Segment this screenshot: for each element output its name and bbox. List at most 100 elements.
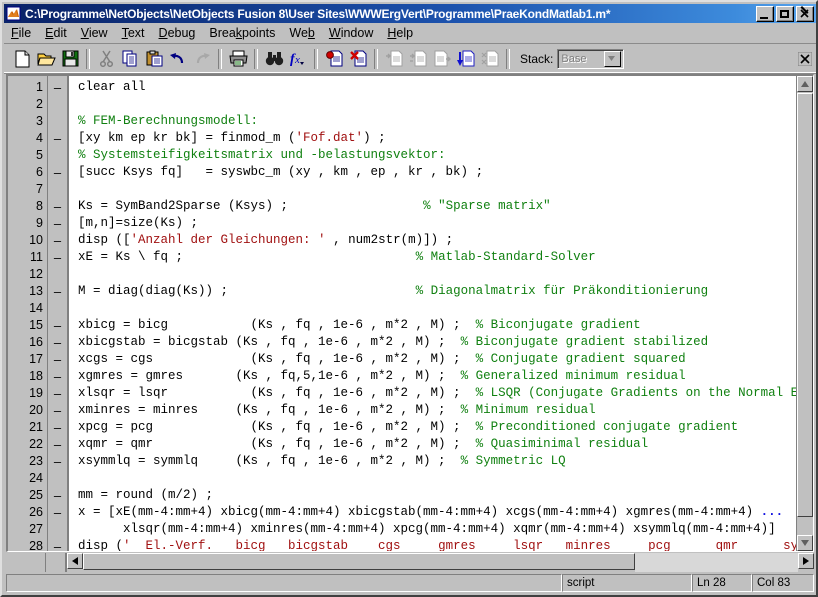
line-mark[interactable]: – — [48, 487, 67, 504]
line-mark[interactable]: – — [48, 402, 67, 419]
menu-text[interactable]: Text — [115, 24, 152, 42]
menu-edit[interactable]: Edit — [38, 24, 74, 42]
menu-help[interactable]: Help — [380, 24, 420, 42]
code-line[interactable]: xminres = minres (Ks , fq , 1e-6 , m*2 ,… — [69, 402, 813, 419]
code-line[interactable] — [69, 470, 813, 487]
line-mark[interactable]: – — [48, 504, 67, 521]
stack-combo[interactable]: Base — [557, 49, 624, 69]
copy-icon[interactable] — [118, 47, 142, 70]
vertical-scroll-thumb[interactable] — [797, 93, 813, 517]
code-line[interactable] — [69, 266, 813, 283]
line-mark[interactable] — [48, 470, 67, 487]
step-in-icon[interactable] — [406, 47, 430, 70]
line-mark[interactable] — [48, 300, 67, 317]
code-line[interactable] — [69, 96, 813, 113]
code-line[interactable]: [succ Ksys fq] = syswbc_m (xy , km , ep … — [69, 164, 813, 181]
print-icon[interactable] — [226, 47, 250, 70]
undo-arrow-icon[interactable] — [166, 47, 190, 70]
scroll-down-arrow[interactable] — [797, 535, 813, 551]
line-mark[interactable] — [48, 113, 67, 130]
line-mark[interactable]: – — [48, 164, 67, 181]
code-line[interactable]: [m,n]=size(Ks) ; — [69, 215, 813, 232]
chevron-down-icon[interactable] — [604, 51, 621, 67]
scroll-right-arrow[interactable] — [798, 553, 814, 569]
menu-file[interactable]: File — [4, 24, 38, 42]
step-out-icon[interactable] — [430, 47, 454, 70]
line-mark[interactable]: – — [48, 130, 67, 147]
line-mark[interactable] — [48, 147, 67, 164]
paste-clipboard-icon[interactable] — [142, 47, 166, 70]
close-button[interactable] — [796, 6, 814, 22]
line-mark[interactable]: – — [48, 419, 67, 436]
clear-breakpoints-icon[interactable] — [346, 47, 370, 70]
set-breakpoint-icon[interactable] — [322, 47, 346, 70]
line-mark[interactable]: – — [48, 538, 67, 552]
code-line[interactable]: clear all — [69, 79, 813, 96]
line-mark[interactable]: – — [48, 385, 67, 402]
minimize-button[interactable] — [756, 6, 774, 22]
code-line[interactable]: xbicgstab = bicgstab (Ks , fq , 1e-6 , m… — [69, 334, 813, 351]
code-line[interactable]: Ks = SymBand2Sparse (Ksys) ; % "Sparse m… — [69, 198, 813, 215]
code-line[interactable]: disp (['Anzahl der Gleichungen: ' , num2… — [69, 232, 813, 249]
line-mark[interactable]: – — [48, 232, 67, 249]
line-mark[interactable]: – — [48, 453, 67, 470]
scroll-up-arrow[interactable] — [797, 76, 813, 92]
code-line[interactable]: disp (' El.-Verf. bicg bicgstab cgs gmre… — [69, 538, 813, 551]
cut-scissors-icon[interactable] — [94, 47, 118, 70]
code-line[interactable]: % Systemsteifigkeitsmatrix und -belastun… — [69, 147, 813, 164]
code-line[interactable]: xlsqr(mm-4:mm+4) xminres(mm-4:mm+4) xpcg… — [69, 521, 813, 538]
code-editor[interactable]: 1234567891011121314151617181920212223242… — [6, 74, 814, 552]
code-line[interactable]: xpcg = pcg (Ks , fq , 1e-6 , m*2 , M) ; … — [69, 419, 813, 436]
line-mark[interactable]: – — [48, 198, 67, 215]
line-mark[interactable]: – — [48, 317, 67, 334]
line-mark[interactable]: – — [48, 249, 67, 266]
line-mark[interactable]: – — [48, 351, 67, 368]
find-binoculars-icon[interactable] — [262, 47, 286, 70]
line-mark[interactable] — [48, 521, 67, 538]
line-mark[interactable]: – — [48, 368, 67, 385]
menu-window[interactable]: Window — [322, 24, 380, 42]
horizontal-scroll-thumb[interactable] — [83, 553, 635, 570]
line-mark[interactable] — [48, 266, 67, 283]
code-line[interactable]: M = diag(diag(Ks)) ; % Diagonalmatrix fü… — [69, 283, 813, 300]
code-line[interactable]: [xy km ep kr bk] = finmod_m ('Fof.dat') … — [69, 130, 813, 147]
code-line[interactable]: mm = round (m/2) ; — [69, 487, 813, 504]
breakpoint-gutter[interactable]: –––––––––––––––––––– — [48, 76, 69, 551]
code-line[interactable]: xqmr = qmr (Ks , fq , 1e-6 , m*2 , M) ; … — [69, 436, 813, 453]
line-mark[interactable]: – — [48, 283, 67, 300]
menu-web[interactable]: Web — [282, 24, 321, 42]
line-mark[interactable] — [48, 96, 67, 113]
redo-arrow-icon[interactable] — [190, 47, 214, 70]
scroll-left-arrow[interactable] — [67, 553, 83, 569]
horizontal-scrollbar[interactable] — [67, 553, 814, 572]
code-line[interactable] — [69, 181, 813, 198]
code-line[interactable]: xbicg = bicg (Ks , fq , 1e-6 , m*2 , M) … — [69, 317, 813, 334]
code-line[interactable]: xlsqr = lsqr (Ks , fq , 1e-6 , m*2 , M) … — [69, 385, 813, 402]
code-line[interactable]: xE = Ks \ fq ; % Matlab-Standard-Solver — [69, 249, 813, 266]
quit-debugging-icon[interactable] — [478, 47, 502, 70]
horizontal-scroll-track[interactable] — [635, 553, 798, 572]
open-folder-icon[interactable] — [34, 47, 58, 70]
step-icon[interactable] — [382, 47, 406, 70]
line-mark[interactable] — [48, 181, 67, 198]
line-mark[interactable]: – — [48, 215, 67, 232]
code-line[interactable] — [69, 300, 813, 317]
code-line[interactable]: % FEM-Berechnungsmodell: — [69, 113, 813, 130]
save-disk-icon[interactable] — [58, 47, 82, 70]
code-line[interactable]: xgmres = gmres (Ks , fq,5,1e-6 , m*2 , M… — [69, 368, 813, 385]
function-fx-icon[interactable]: f x — [286, 47, 310, 70]
maximize-button[interactable] — [776, 6, 794, 22]
line-mark[interactable]: – — [48, 436, 67, 453]
menu-breakpoints[interactable]: Breakpoints — [202, 24, 282, 42]
code-line[interactable]: xsymmlq = symmlq (Ks , fq , 1e-6 , m*2 ,… — [69, 453, 813, 470]
continue-icon[interactable] — [454, 47, 478, 70]
new-file-icon[interactable] — [10, 47, 34, 70]
close-document-button[interactable] — [798, 52, 812, 66]
menu-view[interactable]: View — [74, 24, 115, 42]
vertical-scrollbar[interactable] — [796, 76, 813, 551]
line-mark[interactable]: – — [48, 79, 67, 96]
line-mark[interactable]: – — [48, 334, 67, 351]
code-text-area[interactable]: clear all % FEM-Berechnungsmodell:[xy km… — [69, 76, 813, 551]
code-line[interactable]: xcgs = cgs (Ks , fq , 1e-6 , m*2 , M) ; … — [69, 351, 813, 368]
menu-debug[interactable]: Debug — [152, 24, 203, 42]
